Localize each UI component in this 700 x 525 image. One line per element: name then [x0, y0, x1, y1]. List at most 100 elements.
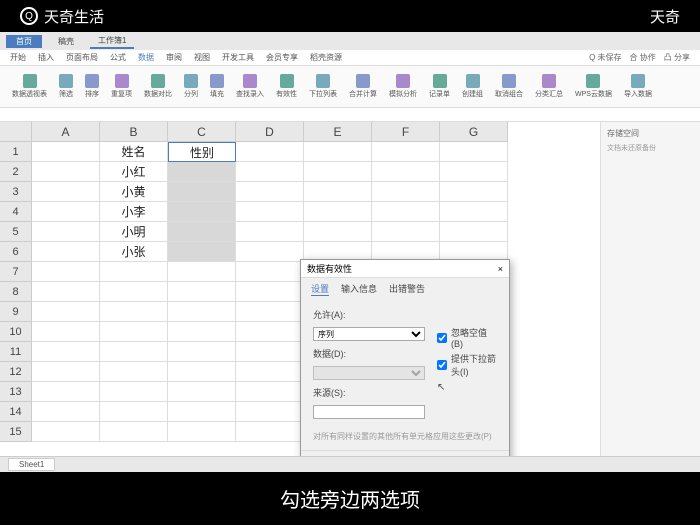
row-header[interactable]: 10 [0, 322, 32, 342]
tab-workbook[interactable]: 工作簿1 [90, 34, 134, 49]
col-header[interactable]: E [304, 122, 372, 142]
cell[interactable] [32, 182, 100, 202]
cell[interactable]: 性别 [168, 142, 236, 162]
col-header[interactable]: C [168, 122, 236, 142]
menu-resource[interactable]: 稻壳资源 [310, 52, 342, 63]
cell[interactable] [168, 302, 236, 322]
col-header[interactable]: A [32, 122, 100, 142]
ribbon-validation[interactable]: 有效性 [272, 72, 301, 101]
ribbon-dup[interactable]: 重复项 [107, 72, 136, 101]
cell[interactable] [100, 282, 168, 302]
cell[interactable] [236, 342, 304, 362]
ribbon-fill[interactable]: 填充 [206, 72, 228, 101]
menu-member[interactable]: 会员专享 [266, 52, 298, 63]
menu-layout[interactable]: 页面布局 [66, 52, 98, 63]
ribbon-import[interactable]: 导入数据 [620, 72, 656, 101]
cell[interactable] [236, 282, 304, 302]
cell[interactable] [32, 402, 100, 422]
collab-button[interactable]: 合 协作 [630, 52, 656, 63]
row-header[interactable]: 12 [0, 362, 32, 382]
cell[interactable] [440, 142, 508, 162]
menu-start[interactable]: 开始 [10, 52, 26, 63]
tab-input-msg[interactable]: 输入信息 [341, 282, 377, 296]
cell[interactable] [236, 202, 304, 222]
cell[interactable] [236, 422, 304, 442]
cell[interactable] [32, 202, 100, 222]
cell[interactable] [168, 402, 236, 422]
cell[interactable]: 小李 [100, 202, 168, 222]
cell[interactable] [304, 162, 372, 182]
cell[interactable] [168, 242, 236, 262]
cell[interactable] [236, 402, 304, 422]
menu-formula[interactable]: 公式 [110, 52, 126, 63]
cell[interactable] [168, 322, 236, 342]
cell[interactable] [236, 322, 304, 342]
cell[interactable] [32, 302, 100, 322]
col-header[interactable]: B [100, 122, 168, 142]
cell[interactable] [236, 162, 304, 182]
col-header[interactable]: D [236, 122, 304, 142]
cell[interactable] [236, 242, 304, 262]
ribbon-filter[interactable]: 筛选 [55, 72, 77, 101]
cell[interactable] [168, 162, 236, 182]
menu-dev[interactable]: 开发工具 [222, 52, 254, 63]
cell[interactable] [32, 382, 100, 402]
ribbon-split[interactable]: 分列 [180, 72, 202, 101]
cell[interactable]: 小明 [100, 222, 168, 242]
ribbon-cloud[interactable]: WPS云数据 [571, 72, 616, 101]
cell[interactable] [32, 362, 100, 382]
cell[interactable] [32, 142, 100, 162]
row-header[interactable]: 6 [0, 242, 32, 262]
cell[interactable] [32, 262, 100, 282]
row-header[interactable]: 9 [0, 302, 32, 322]
menu-insert[interactable]: 插入 [38, 52, 54, 63]
cell[interactable] [100, 322, 168, 342]
cell[interactable] [168, 382, 236, 402]
cell[interactable] [32, 222, 100, 242]
ribbon-group[interactable]: 创建组 [458, 72, 487, 101]
col-header[interactable]: G [440, 122, 508, 142]
row-header[interactable]: 4 [0, 202, 32, 222]
cell[interactable] [32, 342, 100, 362]
menu-view[interactable]: 视图 [194, 52, 210, 63]
row-header[interactable]: 15 [0, 422, 32, 442]
allow-select[interactable]: 序列 [313, 327, 425, 341]
cell[interactable] [100, 402, 168, 422]
row-header[interactable]: 3 [0, 182, 32, 202]
cell[interactable] [100, 382, 168, 402]
cell[interactable] [168, 222, 236, 242]
cell[interactable] [236, 302, 304, 322]
formula-bar[interactable] [0, 108, 700, 122]
tab-error-alert[interactable]: 出错警告 [389, 282, 425, 296]
menu-data[interactable]: 数据 [138, 52, 154, 63]
cell[interactable] [100, 262, 168, 282]
cell[interactable] [440, 182, 508, 202]
row-header[interactable]: 5 [0, 222, 32, 242]
menu-review[interactable]: 审阅 [166, 52, 182, 63]
ribbon-dropdown[interactable]: 下拉列表 [305, 72, 341, 101]
ribbon-consol[interactable]: 合并计算 [345, 72, 381, 101]
col-header[interactable]: F [372, 122, 440, 142]
cell[interactable]: 小张 [100, 242, 168, 262]
cell[interactable] [100, 422, 168, 442]
cell[interactable] [440, 222, 508, 242]
row-header[interactable]: 14 [0, 402, 32, 422]
row-header[interactable]: 1 [0, 142, 32, 162]
dropdown-arrow-checkbox[interactable] [437, 360, 447, 370]
row-header[interactable]: 8 [0, 282, 32, 302]
cell[interactable] [236, 182, 304, 202]
ribbon-whatif[interactable]: 模拟分析 [385, 72, 421, 101]
data-select[interactable] [313, 366, 425, 380]
row-header[interactable]: 2 [0, 162, 32, 182]
cell[interactable] [372, 162, 440, 182]
cell[interactable] [236, 142, 304, 162]
sheet-tab[interactable]: Sheet1 [8, 458, 55, 471]
cell[interactable] [372, 182, 440, 202]
cell[interactable] [32, 162, 100, 182]
cell[interactable]: 小黄 [100, 182, 168, 202]
cell[interactable] [372, 222, 440, 242]
cell[interactable] [100, 362, 168, 382]
ribbon-compare[interactable]: 数据对比 [140, 72, 176, 101]
cell[interactable] [32, 242, 100, 262]
cell[interactable]: 小红 [100, 162, 168, 182]
